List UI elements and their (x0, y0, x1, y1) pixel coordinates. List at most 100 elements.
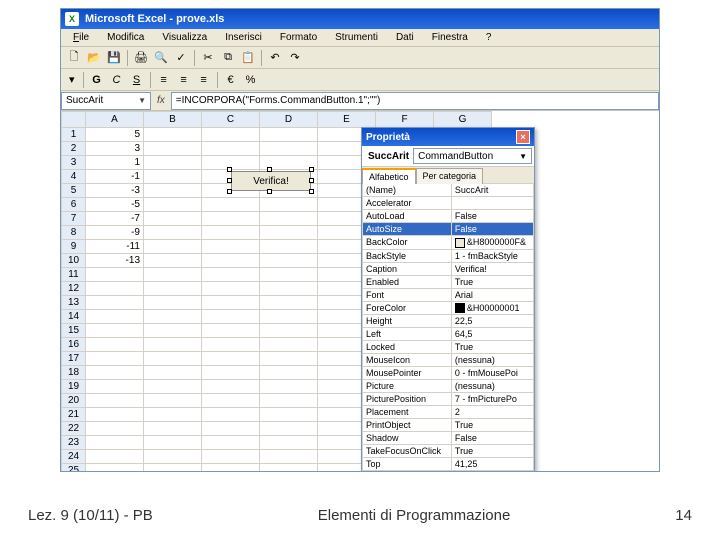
italic-icon[interactable]: C (108, 71, 126, 89)
prop-value[interactable]: 64,5 (451, 328, 533, 341)
row-header[interactable]: 5 (62, 184, 86, 198)
cell[interactable] (260, 282, 318, 296)
prop-name[interactable]: PicturePosition (363, 393, 452, 406)
cell[interactable] (260, 366, 318, 380)
print-icon[interactable]: 🖨 (132, 49, 150, 67)
prop-name[interactable]: Locked (363, 341, 452, 354)
name-box[interactable]: SuccArit ▼ (61, 92, 151, 110)
cell[interactable] (144, 170, 202, 184)
select-all-corner[interactable] (62, 112, 86, 128)
cell[interactable] (260, 240, 318, 254)
redo-icon[interactable]: ↷ (286, 49, 304, 67)
cell[interactable] (202, 254, 260, 268)
cell[interactable] (86, 310, 144, 324)
cell[interactable]: 5 (86, 128, 144, 142)
row-header[interactable]: 3 (62, 156, 86, 170)
resize-handle[interactable] (309, 189, 314, 194)
cell[interactable] (86, 436, 144, 450)
prop-value[interactable]: (nessuna) (451, 354, 533, 367)
cell[interactable] (260, 422, 318, 436)
prop-name[interactable]: MouseIcon (363, 354, 452, 367)
cell[interactable] (144, 408, 202, 422)
resize-handle[interactable] (309, 178, 314, 183)
prop-value[interactable]: 22,5 (451, 315, 533, 328)
cell[interactable] (144, 436, 202, 450)
tab-categorized[interactable]: Per categoria (416, 168, 484, 184)
cell[interactable] (144, 296, 202, 310)
cell[interactable] (202, 142, 260, 156)
cell[interactable] (144, 184, 202, 198)
close-icon[interactable]: × (516, 130, 530, 144)
cell[interactable]: 1 (86, 156, 144, 170)
cell[interactable] (202, 352, 260, 366)
row-header[interactable]: 9 (62, 240, 86, 254)
cell[interactable] (202, 226, 260, 240)
fx-icon[interactable]: fx (151, 95, 171, 106)
resize-handle[interactable] (267, 189, 272, 194)
cell[interactable] (260, 450, 318, 464)
col-header[interactable]: D (260, 112, 318, 128)
prop-name[interactable]: Left (363, 328, 452, 341)
cell[interactable] (144, 366, 202, 380)
cell[interactable] (260, 310, 318, 324)
new-icon[interactable]: 🗋 (65, 49, 83, 67)
formula-input[interactable]: =INCORPORA("Forms.CommandButton.1";"") (171, 92, 659, 110)
cell[interactable] (202, 380, 260, 394)
properties-grid[interactable]: (Name)SuccAritAcceleratorAutoLoadFalseAu… (362, 183, 534, 471)
cell[interactable] (144, 142, 202, 156)
align-right-icon[interactable]: ≡ (195, 71, 213, 89)
prop-value[interactable]: Verifica! (451, 262, 533, 275)
col-header[interactable]: F (376, 112, 434, 128)
prop-value[interactable]: 41,25 (451, 458, 533, 471)
cell[interactable]: -11 (86, 240, 144, 254)
prop-value[interactable]: False (451, 210, 533, 223)
cell[interactable] (144, 450, 202, 464)
menu-format[interactable]: Formato (272, 31, 325, 44)
prop-name[interactable]: AutoLoad (363, 210, 452, 223)
row-header[interactable]: 24 (62, 450, 86, 464)
row-header[interactable]: 19 (62, 380, 86, 394)
cell[interactable]: -13 (86, 254, 144, 268)
currency-icon[interactable]: € (222, 71, 240, 89)
row-header[interactable]: 14 (62, 310, 86, 324)
prop-value[interactable]: True (451, 445, 533, 458)
row-header[interactable]: 21 (62, 408, 86, 422)
cell[interactable]: -3 (86, 184, 144, 198)
cell[interactable] (260, 338, 318, 352)
row-header[interactable]: 25 (62, 464, 86, 472)
cell[interactable] (202, 128, 260, 142)
bold-icon[interactable]: G (88, 71, 106, 89)
cell[interactable] (260, 212, 318, 226)
cell[interactable]: -7 (86, 212, 144, 226)
align-center-icon[interactable]: ≡ (175, 71, 193, 89)
row-header[interactable]: 12 (62, 282, 86, 296)
row-header[interactable]: 15 (62, 324, 86, 338)
cell[interactable] (260, 128, 318, 142)
row-header[interactable]: 23 (62, 436, 86, 450)
col-header[interactable]: G (434, 112, 492, 128)
row-header[interactable]: 13 (62, 296, 86, 310)
row-header[interactable]: 10 (62, 254, 86, 268)
cell[interactable] (144, 156, 202, 170)
percent-icon[interactable]: % (242, 71, 260, 89)
properties-titlebar[interactable]: Proprietà × (362, 128, 534, 146)
prop-name[interactable]: AutoSize (363, 223, 452, 236)
cell[interactable] (144, 338, 202, 352)
prop-value[interactable]: &H00000001 (451, 301, 533, 315)
row-header[interactable]: 8 (62, 226, 86, 240)
prop-value[interactable]: False (451, 223, 533, 236)
cell[interactable] (144, 422, 202, 436)
prop-name[interactable]: ForeColor (363, 301, 452, 315)
cell[interactable] (260, 352, 318, 366)
cell[interactable]: 3 (86, 142, 144, 156)
cell[interactable] (144, 352, 202, 366)
cell[interactable] (202, 436, 260, 450)
row-header[interactable]: 1 (62, 128, 86, 142)
cell[interactable] (144, 240, 202, 254)
cell[interactable] (260, 394, 318, 408)
prop-value[interactable]: &H8000000F& (451, 236, 533, 250)
col-header[interactable]: E (318, 112, 376, 128)
cell[interactable] (202, 240, 260, 254)
cell[interactable] (260, 198, 318, 212)
col-header[interactable]: A (86, 112, 144, 128)
